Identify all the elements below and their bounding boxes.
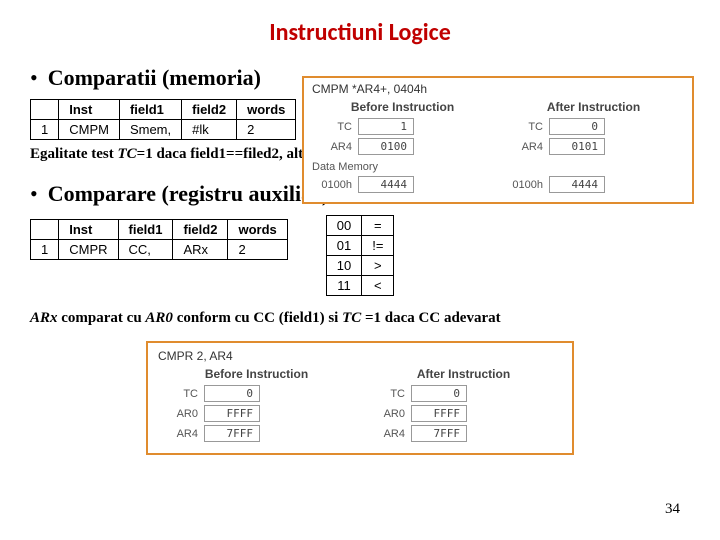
th-field1: field1 — [119, 100, 181, 120]
mem-label: Data Memory — [312, 161, 493, 173]
table-cmpm: Inst field1 field2 words 1 CMPM Smem, #l… — [30, 99, 296, 140]
cell-idx: 1 — [31, 240, 59, 260]
th-words: words — [228, 220, 287, 240]
cell-inst: CMPM — [59, 120, 120, 140]
col-after-hdr: After Instruction — [503, 100, 684, 114]
table-row: 1 CMPR CC, ARx 2 — [31, 240, 288, 260]
cc-code: 10 — [326, 256, 361, 276]
cc-op: = — [362, 216, 394, 236]
lbl-ar4: AR4 — [312, 141, 358, 153]
table-cmpr: Inst field1 field2 words 1 CMPR CC, ARx … — [30, 219, 288, 260]
lbl-tc: TC — [158, 388, 204, 400]
table-row: 10> — [326, 256, 394, 276]
val: 1 — [358, 118, 414, 135]
th-words: words — [237, 100, 296, 120]
cell-idx: 1 — [31, 120, 59, 140]
cell-f2: #lk — [182, 120, 237, 140]
th-inst: Inst — [59, 220, 118, 240]
table-row: 1 CMPM Smem, #lk 2 — [31, 120, 296, 140]
val: 7FFF — [204, 425, 260, 442]
th-inst: Inst — [59, 100, 120, 120]
cell-w: 2 — [237, 120, 296, 140]
table-row: 11< — [326, 276, 394, 296]
slide-title: Instructiuni Logice — [24, 18, 696, 47]
cell-f2: ARx — [173, 240, 228, 260]
val: 0 — [204, 385, 260, 402]
cc-op: < — [362, 276, 394, 296]
val: 0 — [549, 118, 605, 135]
val: FFFF — [204, 405, 260, 422]
table-header-row: Inst field1 field2 words — [31, 100, 296, 120]
cell-w: 2 — [228, 240, 287, 260]
panel-cmd: CMPR 2, AR4 — [158, 349, 562, 363]
panel-cmpr-example: CMPR 2, AR4 Before Instruction TC0 AR0FF… — [146, 341, 574, 455]
lbl-tc: TC — [312, 121, 358, 133]
col-before: Before Instruction TC0 AR0FFFF AR47FFF — [158, 367, 355, 445]
col-after-hdr: After Instruction — [365, 367, 562, 381]
lbl-ar0: AR0 — [158, 408, 204, 420]
lbl-tc: TC — [365, 388, 411, 400]
cell-f1: Smem, — [119, 120, 181, 140]
th-field1: field1 — [118, 220, 173, 240]
col-before-hdr: Before Instruction — [312, 100, 493, 114]
lbl-ar0: AR0 — [365, 408, 411, 420]
bullet-dot-icon: • — [30, 65, 38, 90]
cc-op: != — [362, 236, 394, 256]
table-header-row: Inst field1 field2 words — [31, 220, 288, 240]
cc-op: > — [362, 256, 394, 276]
lbl-addr: 0100h — [312, 179, 358, 191]
lbl-ar4: AR4 — [158, 428, 204, 440]
table-cc-codes: 00= 01!= 10> 11< — [326, 215, 395, 296]
cc-code: 00 — [326, 216, 361, 236]
table-row: 00= — [326, 216, 394, 236]
cell-f1: CC, — [118, 240, 173, 260]
cell-inst: CMPR — [59, 240, 118, 260]
page-number: 34 — [665, 501, 680, 518]
val: 7FFF — [411, 425, 467, 442]
cc-code: 01 — [326, 236, 361, 256]
val: 0101 — [549, 138, 605, 155]
col-after: After Instruction TC0 AR0FFFF AR47FFF — [365, 367, 562, 445]
val: 4444 — [549, 176, 605, 193]
col-before-hdr: Before Instruction — [158, 367, 355, 381]
note-arx: ARx comparat cu AR0 conform cu CC (field… — [30, 310, 696, 327]
bullet-dot-icon: • — [30, 181, 38, 206]
col-after: After Instruction TC0 AR40101 x 0100h444… — [503, 100, 684, 196]
panel-cmpm-example: CMPM *AR4+, 0404h Before Instruction TC1… — [302, 76, 694, 204]
table-row: 01!= — [326, 236, 394, 256]
bullet-text: Comparare (registru auxiliar) — [48, 181, 329, 206]
lbl-addr: 0100h — [503, 179, 549, 191]
val: FFFF — [411, 405, 467, 422]
col-before: Before Instruction TC1 AR40100 Data Memo… — [312, 100, 493, 196]
val: 4444 — [358, 176, 414, 193]
th-field2: field2 — [173, 220, 228, 240]
lbl-ar4: AR4 — [503, 141, 549, 153]
val: 0100 — [358, 138, 414, 155]
slide: Instructiuni Logice • Comparatii (memoria… — [0, 0, 720, 540]
lbl-tc: TC — [503, 121, 549, 133]
panel-cmd: CMPM *AR4+, 0404h — [312, 82, 684, 96]
lbl-ar4: AR4 — [365, 428, 411, 440]
val: 0 — [411, 385, 467, 402]
th-field2: field2 — [182, 100, 237, 120]
cc-code: 11 — [326, 276, 361, 296]
bullet-text: Comparatii (memoria) — [48, 65, 261, 90]
